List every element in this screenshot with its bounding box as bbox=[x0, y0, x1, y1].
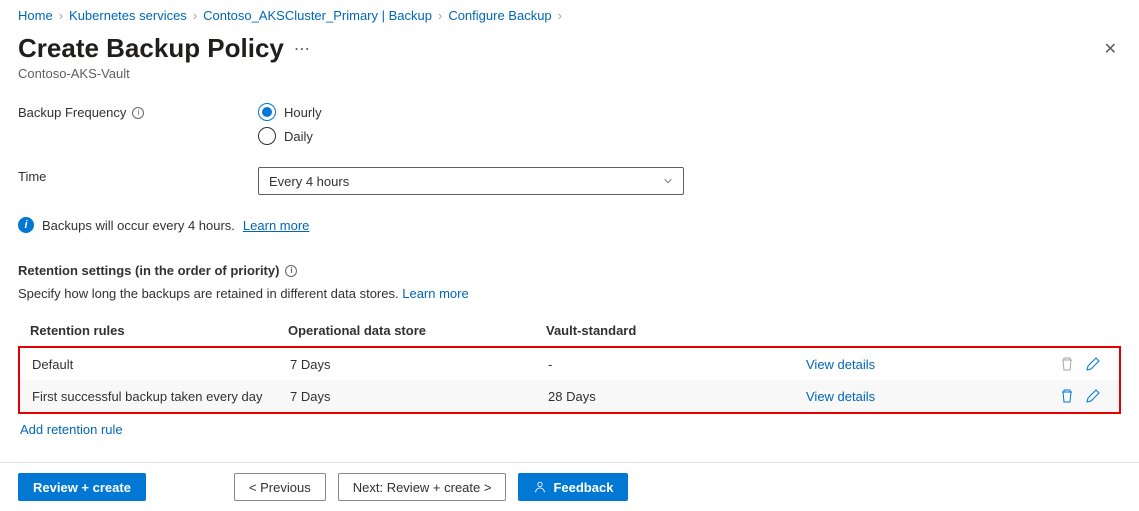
breadcrumb-kubernetes-services[interactable]: Kubernetes services bbox=[69, 8, 187, 23]
rule-vault: 28 Days bbox=[548, 389, 806, 404]
breadcrumb-home[interactable]: Home bbox=[18, 8, 53, 23]
delete-icon bbox=[1059, 356, 1075, 372]
vault-name-subtitle: Contoso-AKS-Vault bbox=[0, 64, 1139, 99]
review-create-button[interactable]: Review + create bbox=[18, 473, 146, 501]
edit-icon[interactable] bbox=[1085, 388, 1101, 404]
retention-section-desc: Specify how long the backups are retaine… bbox=[18, 286, 399, 301]
radio-daily[interactable]: Daily bbox=[258, 127, 322, 145]
col-vault-standard: Vault-standard bbox=[546, 323, 804, 338]
rule-vault: - bbox=[548, 357, 806, 372]
retention-table-header: Retention rules Operational data store V… bbox=[18, 315, 1121, 346]
add-retention-rule-link[interactable]: Add retention rule bbox=[0, 414, 1139, 445]
radio-icon bbox=[258, 103, 276, 121]
col-operational-data-store: Operational data store bbox=[288, 323, 546, 338]
breadcrumb-configure-backup[interactable]: Configure Backup bbox=[448, 8, 551, 23]
retention-row: Default 7 Days - View details bbox=[20, 348, 1119, 380]
delete-icon[interactable] bbox=[1059, 388, 1075, 404]
footer: Review + create < Previous Next: Review … bbox=[0, 463, 1139, 511]
rule-name: Default bbox=[32, 357, 290, 372]
info-learn-more-link[interactable]: Learn more bbox=[243, 218, 309, 233]
chevron-right-icon: › bbox=[59, 8, 63, 23]
rule-ods: 7 Days bbox=[290, 389, 548, 404]
radio-daily-label: Daily bbox=[284, 129, 313, 144]
radio-hourly-label: Hourly bbox=[284, 105, 322, 120]
chevron-right-icon: › bbox=[558, 8, 562, 23]
previous-button[interactable]: < Previous bbox=[234, 473, 326, 501]
chevron-down-icon bbox=[663, 176, 673, 186]
edit-icon[interactable] bbox=[1085, 356, 1101, 372]
view-details-link[interactable]: View details bbox=[806, 357, 1059, 372]
radio-hourly[interactable]: Hourly bbox=[258, 103, 322, 121]
view-details-link[interactable]: View details bbox=[806, 389, 1059, 404]
time-label: Time bbox=[18, 169, 46, 184]
breadcrumb: Home › Kubernetes services › Contoso_AKS… bbox=[0, 0, 1139, 27]
breadcrumb-cluster-backup[interactable]: Contoso_AKSCluster_Primary | Backup bbox=[203, 8, 432, 23]
backup-frequency-label: Backup Frequency bbox=[18, 105, 126, 120]
info-icon[interactable]: i bbox=[285, 265, 297, 277]
retention-row: First successful backup taken every day … bbox=[20, 380, 1119, 412]
chevron-right-icon: › bbox=[193, 8, 197, 23]
radio-icon bbox=[258, 127, 276, 145]
retention-rules-highlight: Default 7 Days - View details First succ… bbox=[18, 346, 1121, 414]
page-title: Create Backup Policy bbox=[18, 33, 284, 64]
next-button[interactable]: Next: Review + create > bbox=[338, 473, 507, 501]
time-select-value: Every 4 hours bbox=[269, 174, 349, 189]
info-banner-text: Backups will occur every 4 hours. bbox=[42, 218, 235, 233]
feedback-button[interactable]: Feedback bbox=[518, 473, 628, 501]
col-retention-rules: Retention rules bbox=[30, 323, 288, 338]
close-button[interactable]: ✕ bbox=[1100, 35, 1121, 63]
retention-learn-more-link[interactable]: Learn more bbox=[402, 286, 468, 301]
info-icon[interactable]: i bbox=[132, 107, 144, 119]
info-icon: i bbox=[18, 217, 34, 233]
rule-ods: 7 Days bbox=[290, 357, 548, 372]
retention-section-title: Retention settings (in the order of prio… bbox=[18, 263, 279, 278]
feedback-icon bbox=[533, 480, 547, 494]
more-actions-button[interactable]: ⋯ bbox=[294, 39, 310, 59]
backup-frequency-radio-group: Hourly Daily bbox=[258, 103, 322, 145]
rule-name: First successful backup taken every day bbox=[32, 389, 290, 404]
feedback-label: Feedback bbox=[553, 480, 613, 495]
chevron-right-icon: › bbox=[438, 8, 442, 23]
time-select[interactable]: Every 4 hours bbox=[258, 167, 684, 195]
